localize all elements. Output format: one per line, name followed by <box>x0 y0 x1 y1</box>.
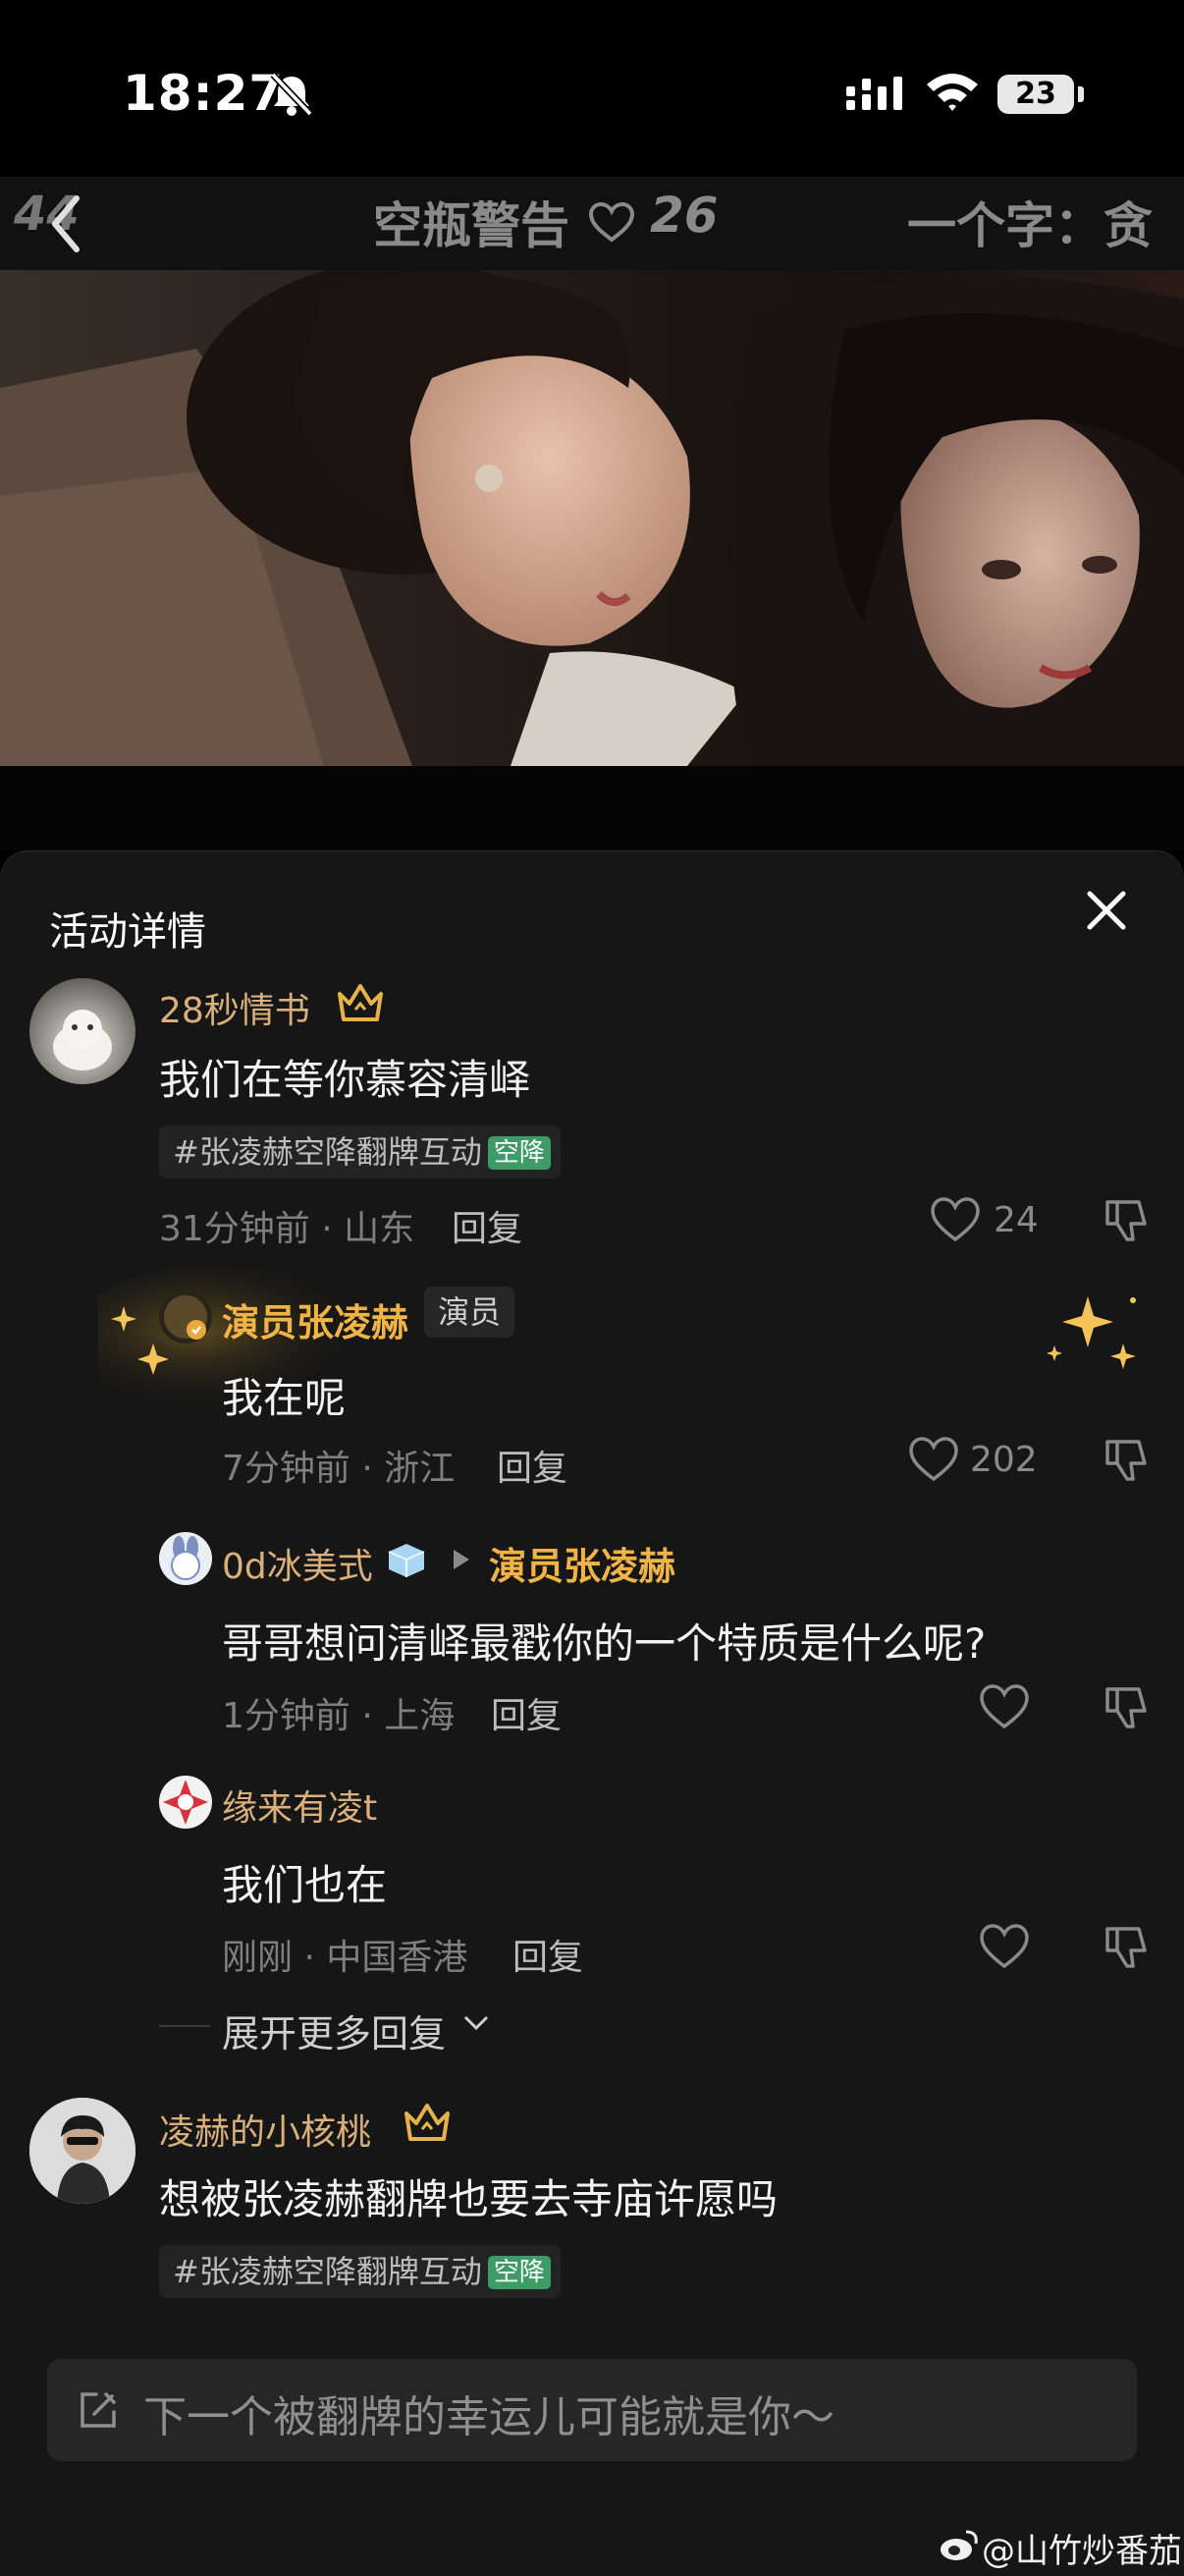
person-avatar-image <box>29 2098 135 2204</box>
heart-icon[interactable] <box>929 1196 982 1243</box>
wifi-icon <box>927 74 978 111</box>
reply-text: 我们也在 <box>222 1861 388 1909</box>
reply-button[interactable]: 回复 <box>491 1687 562 1738</box>
actor-badge: 演员 <box>424 1287 515 1338</box>
dislike-icon[interactable] <box>1102 1196 1151 1245</box>
fan-crown-badge-icon <box>338 984 383 1021</box>
close-icon[interactable] <box>1084 888 1129 933</box>
comment-meta: 31分钟前 · 山东 <box>159 1209 415 1249</box>
reply-text: 我在呢 <box>222 1374 347 1422</box>
heart-icon[interactable] <box>978 1683 1031 1730</box>
sheet-title: 活动详情 <box>49 909 206 955</box>
avatar[interactable] <box>159 1776 212 1829</box>
reply-button[interactable]: 回复 <box>452 1200 522 1251</box>
episode-like-count: 26 <box>650 187 719 244</box>
fan-crown-badge-icon <box>404 2104 450 2141</box>
back-chevron-icon[interactable] <box>47 192 86 255</box>
expand-label: 展开更多回复 <box>222 2012 447 2055</box>
reply-button[interactable]: 回复 <box>497 1440 567 1491</box>
reply-username[interactable]: 0d冰美式 <box>222 1538 373 1589</box>
expand-more-replies[interactable]: 展开更多回复 <box>222 2003 446 2057</box>
dislike-icon[interactable] <box>1102 1923 1151 1972</box>
comment-text: 想被张凌赫翻牌也要去寺庙许愿吗 <box>159 2175 779 2223</box>
video-frame <box>0 270 1184 766</box>
heart-icon[interactable] <box>978 1923 1031 1970</box>
bunny-avatar-image <box>171 1536 200 1580</box>
like-count: 24 <box>994 1200 1039 1240</box>
avatar[interactable] <box>29 2098 135 2204</box>
topic-tag[interactable]: #张凌赫空降翻牌互动 空降 <box>159 1125 561 1178</box>
status-time: 18:27 <box>123 65 285 122</box>
cat-avatar-image <box>53 1010 112 1070</box>
comment-text: 我们在等你慕容清峄 <box>159 1056 531 1104</box>
reply-meta: 1分钟前 · 上海 <box>222 1696 456 1736</box>
comment-username[interactable]: 凌赫的小核桃 <box>159 2104 371 2155</box>
watermark: @山竹炒番茄 <box>982 2532 1182 2571</box>
avatar[interactable] <box>159 1290 212 1343</box>
next-episode-title[interactable]: 一个字：贪 <box>907 187 1153 257</box>
expand-divider <box>159 2025 210 2027</box>
avatar[interactable] <box>29 978 135 1084</box>
episode-title[interactable]: 空瓶警告 <box>373 187 569 257</box>
topic-tag[interactable]: #张凌赫空降翻牌互动 空降 <box>159 2245 561 2298</box>
list-fade <box>0 2318 1184 2357</box>
comment-username[interactable]: 28秒情书 <box>159 982 310 1033</box>
heart-icon[interactable] <box>907 1436 960 1483</box>
battery-nub <box>1078 86 1084 102</box>
heart-icon[interactable] <box>587 200 636 244</box>
battery-indicator: 23 <box>997 75 1074 114</box>
avatar[interactable] <box>159 1532 212 1585</box>
verified-avatar-image <box>164 1295 207 1340</box>
topic-tag-text: #张凌赫空降翻牌互动 <box>173 1133 482 1171</box>
reply-username[interactable]: 缘来有凌t <box>222 1780 377 1831</box>
video-letterbox <box>0 766 1184 850</box>
video-player[interactable] <box>0 270 1184 766</box>
reply-button[interactable]: 回复 <box>512 1929 583 1980</box>
ice-cube-emoji-icon <box>388 1544 425 1577</box>
sparkle-icon <box>1047 1296 1136 1369</box>
airdrop-badge: 空降 <box>487 2256 551 2289</box>
weibo-logo-icon <box>941 2530 978 2560</box>
reply-text: 哥哥想问清峄最戳你的一个特质是什么呢? <box>222 1619 987 1668</box>
like-count: 202 <box>970 1440 1038 1480</box>
edit-icon <box>81 2392 116 2428</box>
cellular-signal-icon <box>846 77 902 110</box>
airdrop-badge: 空降 <box>487 1136 551 1170</box>
topic-tag-text: #张凌赫空降翻牌互动 <box>173 2253 482 2290</box>
reply-meta: 刚刚 · 中国香港 <box>222 1938 468 1978</box>
red-logo-avatar-image <box>163 1780 208 1825</box>
comment-input-placeholder: 下一个被翻牌的幸运儿可能就是你～ <box>143 2392 834 2442</box>
reply-meta: 7分钟前 · 浙江 <box>222 1449 456 1489</box>
reply-target-username[interactable]: 演员张凌赫 <box>489 1536 675 1590</box>
bell-muted-icon <box>270 72 313 117</box>
dislike-icon[interactable] <box>1102 1683 1151 1732</box>
chevron-down-icon[interactable] <box>461 2013 491 2033</box>
dislike-icon[interactable] <box>1102 1436 1151 1485</box>
reply-arrow-icon <box>454 1550 469 1569</box>
star-username[interactable]: 演员张凌赫 <box>222 1292 408 1346</box>
